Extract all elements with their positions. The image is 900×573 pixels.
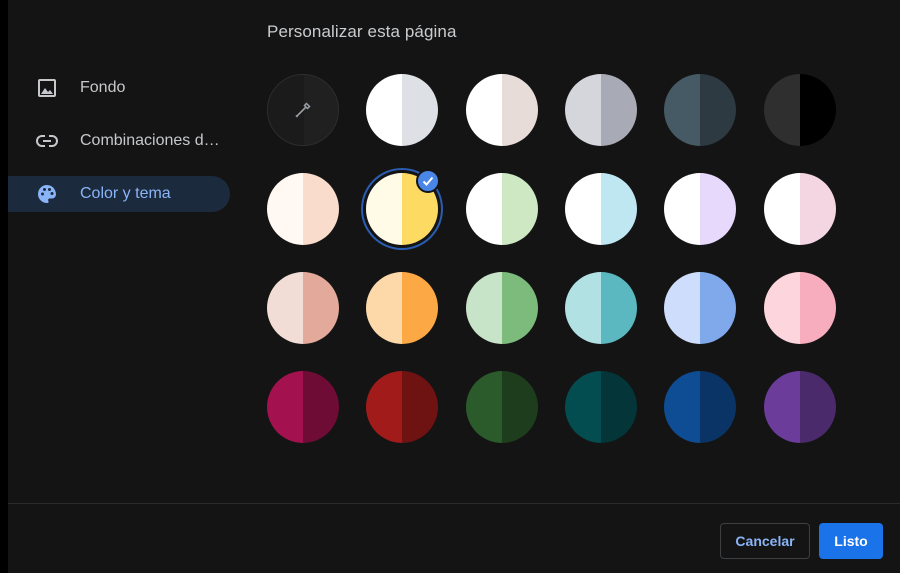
color-swatch[interactable]	[764, 173, 836, 245]
swatch-left-half	[565, 272, 601, 344]
color-swatch[interactable]	[466, 272, 538, 344]
swatch-left-half	[764, 173, 800, 245]
swatch-left-half	[466, 371, 502, 443]
sidebar-item-shortcuts[interactable]: Combinaciones de...	[8, 123, 230, 159]
swatch-right-half	[502, 272, 538, 344]
sidebar: Fondo Combinaciones de... Color y tema	[8, 70, 230, 229]
swatch-left-half	[664, 74, 700, 146]
swatch-right-half	[800, 371, 836, 443]
swatch-left-half	[664, 371, 700, 443]
color-swatch[interactable]	[664, 173, 736, 245]
color-swatch[interactable]	[664, 272, 736, 344]
swatch-right-half	[402, 74, 438, 146]
sidebar-item-label: Color y tema	[80, 185, 171, 202]
swatch-left-half	[466, 74, 502, 146]
color-swatch[interactable]	[565, 173, 637, 245]
swatch-right-half	[800, 272, 836, 344]
swatch-right-half	[800, 74, 836, 146]
swatch-left-half	[664, 272, 700, 344]
color-swatch[interactable]	[267, 371, 339, 443]
color-swatch[interactable]	[565, 74, 637, 146]
swatch-right-half	[700, 371, 736, 443]
color-swatch[interactable]	[267, 173, 339, 245]
color-swatch[interactable]	[366, 272, 438, 344]
swatch-left-half	[664, 173, 700, 245]
swatch-left-half	[764, 74, 800, 146]
sidebar-item-label: Fondo	[80, 79, 126, 96]
swatch-right-half	[402, 371, 438, 443]
done-button[interactable]: Listo	[819, 523, 883, 559]
palette-icon	[36, 183, 58, 205]
swatch-right-half	[601, 173, 637, 245]
color-swatch[interactable]	[466, 173, 538, 245]
swatch-right-half	[303, 371, 339, 443]
color-swatch[interactable]	[764, 371, 836, 443]
swatch-right-half	[700, 74, 736, 146]
swatch-left-half	[267, 272, 303, 344]
swatch-left-half	[366, 74, 402, 146]
swatch-left-half	[565, 74, 601, 146]
footer-divider	[8, 503, 900, 504]
swatch-left-half	[565, 173, 601, 245]
cancel-button[interactable]: Cancelar	[720, 523, 810, 559]
swatch-right-half	[502, 74, 538, 146]
swatch-left-half	[764, 272, 800, 344]
swatch-right-half	[601, 371, 637, 443]
swatch-left-half	[366, 371, 402, 443]
swatch-right-half	[402, 272, 438, 344]
sidebar-item-color-theme[interactable]: Color y tema	[8, 176, 230, 212]
swatch-right-half	[502, 371, 538, 443]
swatch-left-half	[764, 371, 800, 443]
swatch-left-half	[267, 371, 303, 443]
swatch-left-half	[466, 272, 502, 344]
sidebar-item-label: Combinaciones de...	[80, 132, 222, 149]
color-swatch[interactable]	[664, 371, 736, 443]
customize-dialog: Personalizar esta página Fondo Combinaci…	[8, 0, 900, 573]
swatch-right-half	[700, 272, 736, 344]
eyedropper-icon	[295, 102, 311, 118]
image-icon	[36, 77, 58, 99]
swatch-left-half	[466, 173, 502, 245]
swatch-left-half	[366, 173, 402, 245]
dialog-title: Personalizar esta página	[267, 22, 457, 41]
swatch-right-half	[303, 272, 339, 344]
selected-check-icon	[416, 169, 440, 193]
swatch-right-half	[800, 173, 836, 245]
swatch-right-half	[601, 272, 637, 344]
link-icon	[36, 130, 58, 152]
swatch-left-half	[565, 371, 601, 443]
swatch-right-half	[700, 173, 736, 245]
sidebar-item-background[interactable]: Fondo	[8, 70, 230, 106]
color-swatch[interactable]	[764, 74, 836, 146]
swatch-left-half	[267, 173, 303, 245]
color-picker-button[interactable]	[267, 74, 339, 146]
color-swatch[interactable]	[565, 272, 637, 344]
swatch-right-half	[502, 173, 538, 245]
color-swatch[interactable]	[664, 74, 736, 146]
swatch-left-half	[366, 272, 402, 344]
color-swatch[interactable]	[764, 272, 836, 344]
swatch-right-half	[303, 173, 339, 245]
color-swatch[interactable]	[565, 371, 637, 443]
color-swatch[interactable]	[466, 74, 538, 146]
swatch-right-half	[601, 74, 637, 146]
color-swatch[interactable]	[366, 74, 438, 146]
color-swatch[interactable]	[366, 371, 438, 443]
color-swatch[interactable]	[267, 272, 339, 344]
color-swatch[interactable]	[466, 371, 538, 443]
